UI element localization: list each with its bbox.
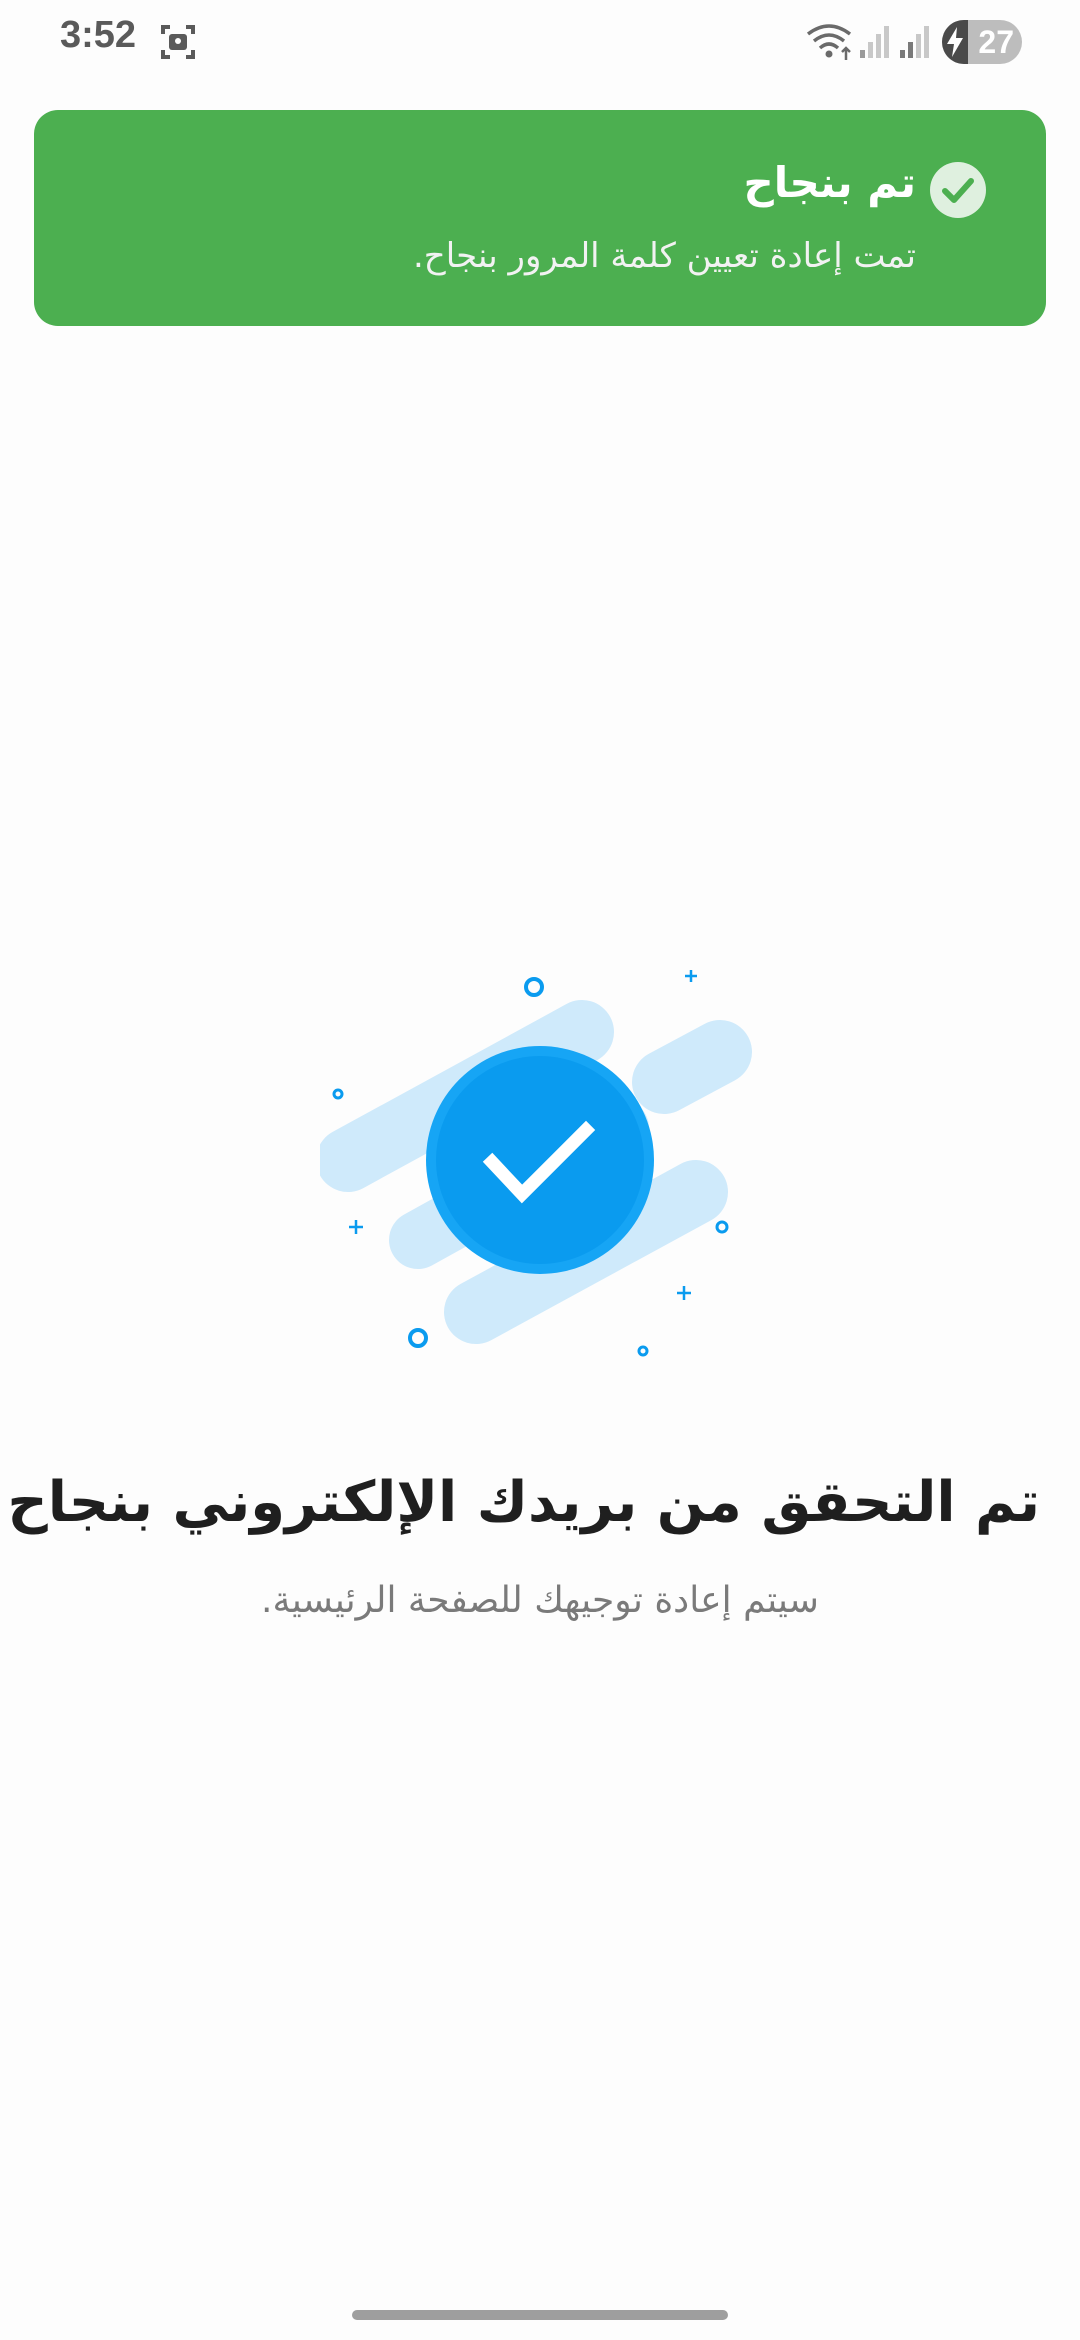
battery-level: 27: [978, 24, 1014, 60]
success-toast[interactable]: [34, 110, 1046, 326]
redirect-message: سيتم إعادة توجيهك للصفحة الرئيسية.: [261, 1580, 819, 1621]
check-circle-icon: [930, 162, 986, 218]
status-bar: 3:52 27: [0, 0, 1080, 84]
signal-icon: [900, 26, 929, 58]
status-time: 3:52: [60, 14, 137, 56]
screen: 3:52 27 تم بنجاح تمت إعادة تعيين كلمة ال…: [0, 0, 1080, 2340]
home-indicator[interactable]: [352, 2310, 728, 2320]
toast-title: تم بنجاح: [743, 158, 916, 207]
wifi-icon: [806, 24, 852, 60]
success-illustration: [320, 970, 752, 1357]
screenshot-icon: [161, 25, 195, 59]
battery-indicator: 27: [942, 20, 1022, 64]
toast-message: تمت إعادة تعيين كلمة المرور بنجاح.: [412, 236, 916, 276]
verification-title: تم التحقق من بريدك الإلكتروني بنجاح: [7, 1470, 1040, 1535]
signal-icon: [860, 26, 889, 58]
battery-charging-icon: [947, 27, 963, 57]
